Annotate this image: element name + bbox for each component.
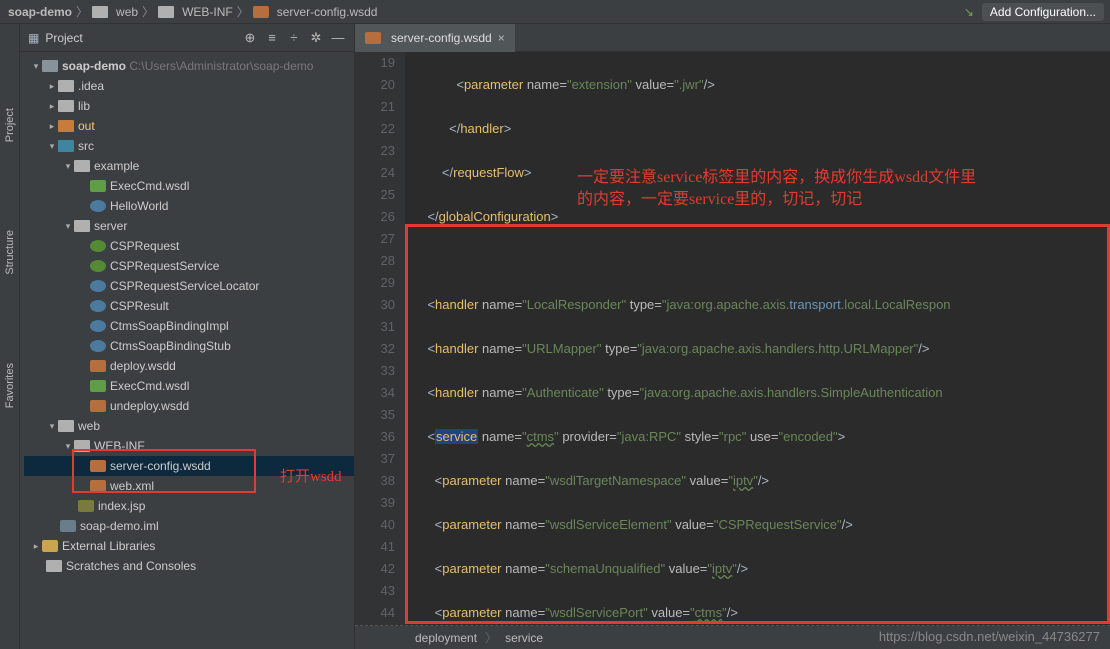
crumb-deployment[interactable]: deployment [415, 631, 477, 645]
tab-label: server-config.wsdd [391, 31, 492, 45]
top-bar: soap-demo 〉 web 〉 WEB-INF 〉 server-confi… [0, 0, 1110, 24]
locate-icon[interactable]: ⊕ [242, 30, 258, 46]
expand-icon[interactable]: ≡ [264, 30, 280, 46]
project-tree[interactable]: ▾soap-demo C:\Users\Administrator\soap-d… [20, 52, 354, 649]
interface-icon [90, 260, 106, 272]
chevron-right-icon: 〉 [142, 3, 154, 20]
collapse-icon[interactable]: ÷ [286, 30, 302, 46]
folder-icon [58, 100, 74, 112]
left-tool-gutter: Project Structure Favorites [0, 24, 20, 649]
module-icon [42, 60, 58, 72]
breadcrumb[interactable]: soap-demo 〉 web 〉 WEB-INF 〉 server-confi… [0, 3, 377, 20]
breadcrumb-webinf[interactable]: WEB-INF [182, 5, 233, 19]
panel-title: Project [45, 31, 236, 45]
editor-area: server-config.wsdd × 1920212223242526272… [355, 24, 1110, 649]
xml-file-icon [90, 480, 106, 492]
structure-tool-tab[interactable]: Structure [2, 226, 18, 279]
top-right-tools: ↘ Add Configuration... [964, 3, 1110, 21]
breadcrumb-file[interactable]: server-config.wsdd [277, 5, 378, 19]
iml-icon [60, 520, 76, 532]
project-panel: ▦ Project ⊕ ≡ ÷ ✲ — ▾soap-demo C:\Users\… [20, 24, 355, 649]
close-icon[interactable]: × [498, 31, 505, 45]
folder-icon [158, 6, 174, 18]
project-tool-tab[interactable]: Project [2, 104, 18, 146]
watermark-text: https://blog.csdn.net/weixin_44736277 [879, 629, 1100, 644]
class-icon [90, 320, 106, 332]
jsp-icon [78, 500, 94, 512]
wsdl-icon [90, 180, 106, 192]
folder-icon [74, 440, 90, 452]
folder-icon [58, 120, 74, 132]
libraries-icon [42, 540, 58, 552]
code-editor[interactable]: 1920212223242526272829303132333435363738… [355, 52, 1110, 625]
xml-file-icon [90, 360, 106, 372]
project-icon: ▦ [28, 31, 39, 45]
src-folder-icon [58, 140, 74, 152]
dashed-divider [355, 625, 1110, 626]
breadcrumb-web[interactable]: web [116, 5, 138, 19]
xml-file-icon [90, 400, 106, 412]
favorites-tool-tab[interactable]: Favorites [2, 359, 18, 412]
xml-file-icon [253, 6, 269, 18]
editor-tabs: server-config.wsdd × [355, 24, 1110, 52]
hammer-icon[interactable]: ↘ [964, 5, 974, 19]
package-icon [74, 160, 90, 172]
class-icon [90, 340, 106, 352]
add-configuration-button[interactable]: Add Configuration... [982, 3, 1104, 21]
chevron-right-icon: 〉 [485, 629, 497, 646]
wsdl-icon [90, 380, 106, 392]
xml-file-icon [365, 32, 381, 44]
crumb-service[interactable]: service [505, 631, 543, 645]
breadcrumb-bottom: deployment 〉 service https://blog.csdn.n… [355, 625, 1110, 649]
line-gutter: 1920212223242526272829303132333435363738… [355, 52, 405, 625]
package-icon [74, 220, 90, 232]
class-icon [90, 200, 106, 212]
scratches-icon [46, 560, 62, 572]
hide-icon[interactable]: — [330, 30, 346, 46]
xml-file-icon [90, 460, 106, 472]
breadcrumb-root[interactable]: soap-demo [8, 5, 72, 19]
code-content[interactable]: <parameter name="extension" value=".jwr"… [405, 52, 1110, 625]
project-panel-header: ▦ Project ⊕ ≡ ÷ ✲ — [20, 24, 354, 52]
folder-icon [58, 420, 74, 432]
chevron-right-icon: 〉 [237, 3, 249, 20]
interface-icon [90, 240, 106, 252]
selected-file-row[interactable]: server-config.wsdd [24, 456, 354, 476]
editor-tab[interactable]: server-config.wsdd × [355, 24, 515, 52]
class-icon [90, 300, 106, 312]
folder-icon [58, 80, 74, 92]
gear-icon[interactable]: ✲ [308, 30, 324, 46]
class-icon [90, 280, 106, 292]
chevron-right-icon: 〉 [76, 3, 88, 20]
folder-icon [92, 6, 108, 18]
